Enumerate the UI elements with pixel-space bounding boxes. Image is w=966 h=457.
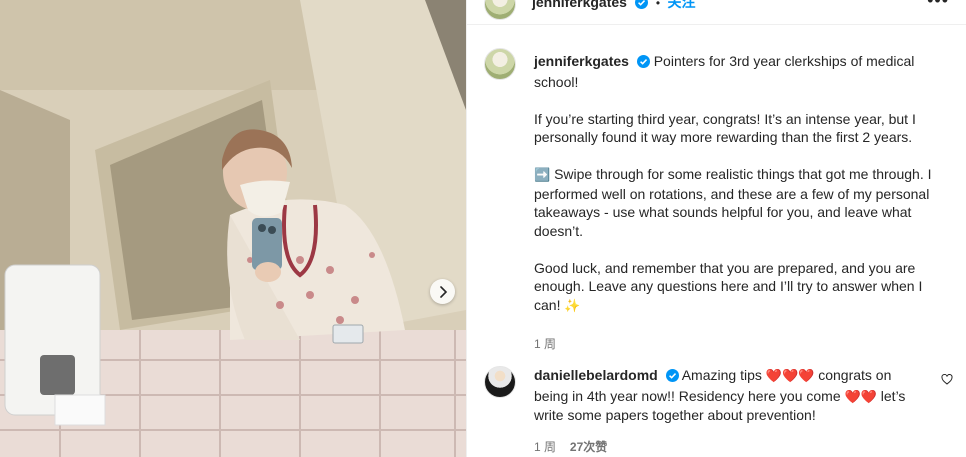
heart-outline-icon xyxy=(941,372,953,389)
comment-likes[interactable]: 27次赞 xyxy=(570,440,607,454)
right-arrow-emoji: ➡️ xyxy=(534,167,551,182)
caption-username[interactable]: jenniferkgates xyxy=(534,53,629,69)
caption-paragraph-3: Good luck, and remember that you are pre… xyxy=(534,259,938,316)
separator-dot: • xyxy=(655,0,661,10)
chevron-right-icon xyxy=(438,285,448,298)
sparkles-emoji: ✨ xyxy=(564,297,581,313)
post-timestamp[interactable]: 1 周 xyxy=(534,337,556,351)
post-caption: jenniferkgates Pointers for 3rd year cle… xyxy=(534,52,938,353)
author-avatar[interactable] xyxy=(484,0,516,20)
commenter-avatar[interactable] xyxy=(484,366,516,398)
verified-badge-icon xyxy=(636,54,650,73)
comment-username[interactable]: daniellebelardomd xyxy=(534,367,658,383)
caption-paragraph-1: If you’re starting third year, congrats!… xyxy=(534,110,916,146)
verified-badge-icon xyxy=(665,368,679,387)
comment-timestamp[interactable]: 1 周 xyxy=(534,440,556,454)
comment-meta: 1 周 27次赞 xyxy=(534,437,929,457)
follow-button[interactable]: 关注 xyxy=(668,0,696,10)
more-options-icon[interactable]: ••• xyxy=(927,0,949,11)
caption-paragraph-2-text: Swipe through for some realistic things … xyxy=(534,166,932,239)
comment-item: daniellebelardomd Amazing tips ❤️❤️❤️ co… xyxy=(534,366,929,456)
comment-like-button[interactable] xyxy=(941,372,953,390)
post-detail-panel: jenniferkgates • 关注 ••• jenniferkgates P… xyxy=(466,0,966,457)
caption-paragraph-3-text: Good luck, and remember that you are pre… xyxy=(534,259,923,313)
hearts-emoji: ❤️❤️❤️ xyxy=(765,368,815,383)
caption-title-line: jenniferkgates Pointers for 3rd year cle… xyxy=(534,52,938,91)
bathroom-selfie-illustration xyxy=(0,0,466,457)
verified-badge-icon xyxy=(635,0,649,14)
caption-paragraph-2: ➡️ Swipe through for some realistic thin… xyxy=(534,165,938,240)
header-user-line: jenniferkgates • 关注 xyxy=(532,0,696,14)
header-username[interactable]: jenniferkgates xyxy=(532,0,627,10)
comment-text: daniellebelardomd Amazing tips ❤️❤️❤️ co… xyxy=(534,366,929,425)
post-header: jenniferkgates • 关注 ••• xyxy=(467,0,966,25)
comment-text-part-1: Amazing tips xyxy=(681,367,762,383)
caption-avatar[interactable] xyxy=(484,48,516,80)
hearts-emoji: ❤️❤️ xyxy=(844,388,877,404)
post-image[interactable] xyxy=(0,0,466,457)
carousel-next-button[interactable] xyxy=(430,279,455,304)
